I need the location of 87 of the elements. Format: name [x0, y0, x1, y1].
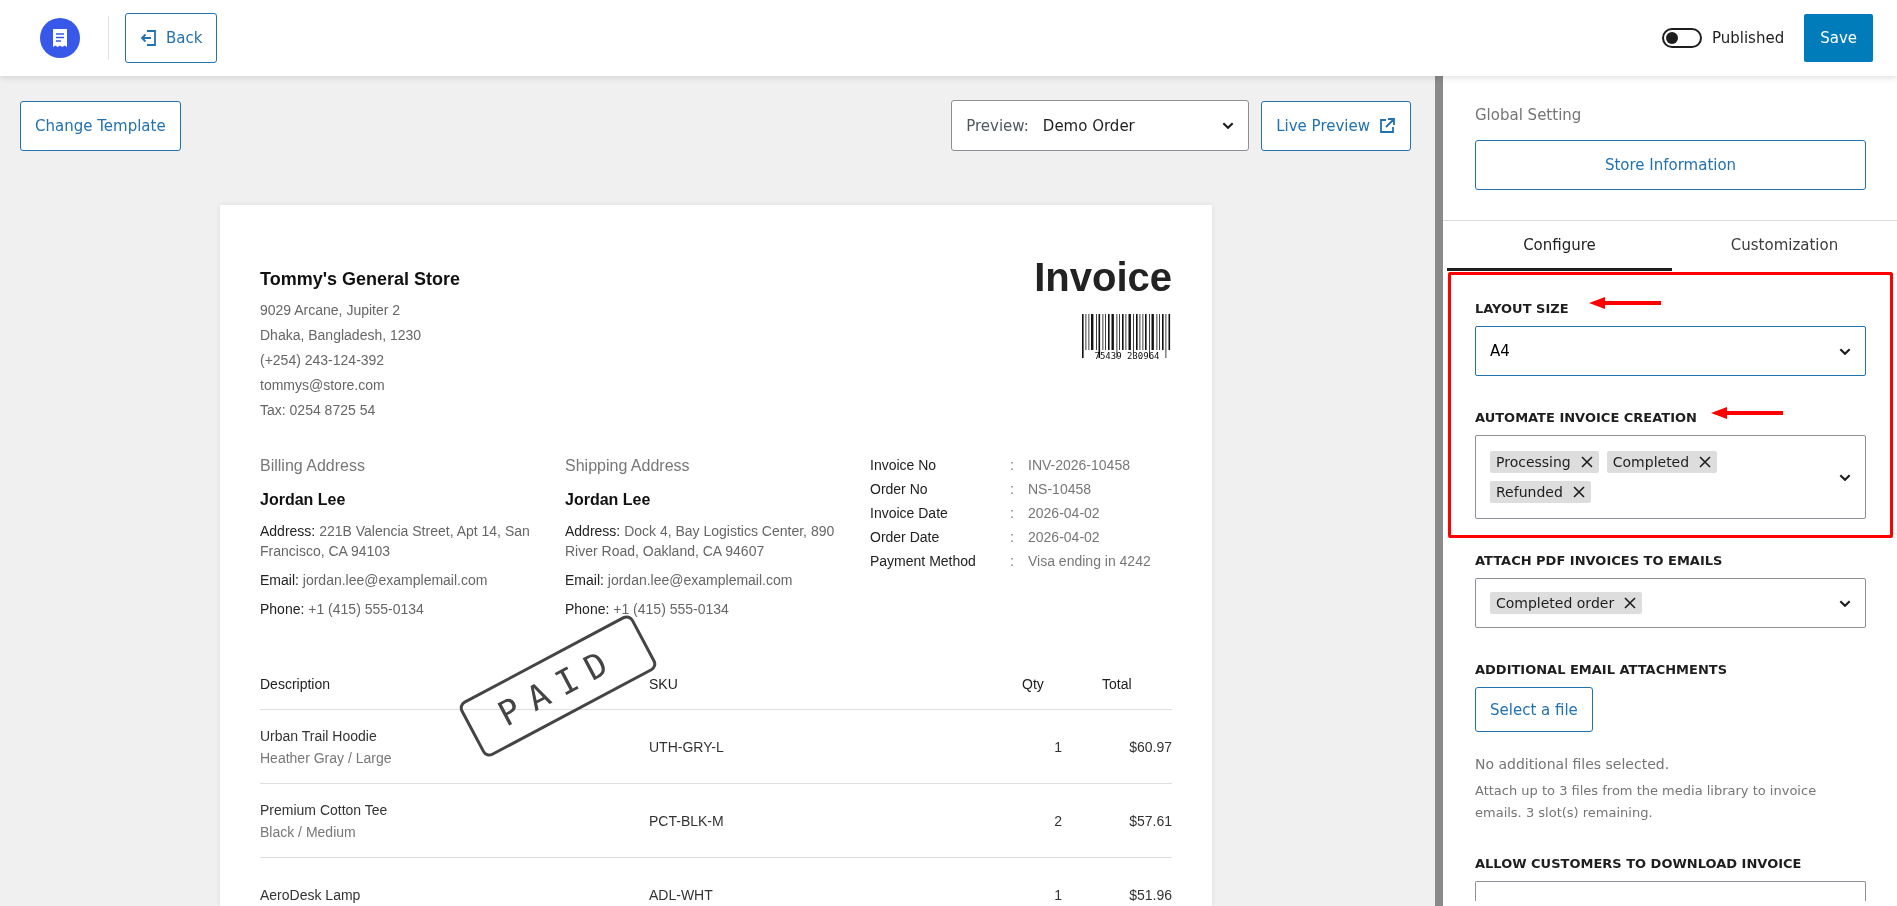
meta-label: Order No: [870, 481, 929, 497]
meta-separator: :: [1010, 529, 1015, 545]
qty-cell-text: 1: [1053, 737, 1063, 757]
store-information-button[interactable]: Store Information: [1475, 140, 1866, 190]
scrollbar[interactable]: [1435, 76, 1443, 906]
settings-tab[interactable]: Customization: [1672, 221, 1897, 271]
field-label: LAYOUT SIZE: [1475, 301, 1569, 316]
download-select[interactable]: [1475, 880, 1866, 901]
meta-value: 2026-04-02: [1028, 529, 1101, 545]
chevron-down-icon: [1839, 347, 1851, 355]
live-preview-button[interactable]: Live Preview: [1261, 100, 1411, 151]
sku-cell-text: ADL-WHT: [649, 885, 714, 905]
field-label: ADDITIONAL EMAIL ATTACHMENTS: [1475, 662, 1727, 677]
field-label: ALLOW CUSTOMERS TO DOWNLOAD INVOICE: [1475, 855, 1802, 871]
meta-separator: :: [1010, 481, 1015, 497]
meta-value: NS-10458: [1028, 481, 1093, 497]
total-cell-text: $51.96: [1128, 885, 1172, 905]
invoice-title: Invoice: [1034, 255, 1172, 300]
product-variant: Heather Gray / Large: [260, 748, 393, 768]
meta-label: Invoice Date: [870, 505, 949, 521]
meta-label: Payment Method: [870, 553, 977, 569]
column-header: Total: [1101, 675, 1133, 692]
product-name: AeroDesk Lamp: [260, 885, 362, 905]
status-tag: Completed order: [1490, 592, 1643, 614]
meta-label: Order Date: [870, 529, 941, 545]
layout-size-select[interactable]: A4: [1475, 326, 1866, 376]
status-tag: Completed: [1606, 451, 1718, 473]
status-multiselect[interactable]: Processing Completed Refunded: [1475, 435, 1866, 519]
total-cell-text: $60.97: [1128, 737, 1172, 757]
back-button[interactable]: Back: [125, 13, 218, 63]
publish-toggle[interactable]: [1661, 28, 1702, 48]
email-multiselect[interactable]: Completed order: [1475, 578, 1866, 628]
section-title: Global Setting: [1475, 106, 1583, 124]
product-name: Urban Trail Hoodie: [260, 726, 378, 746]
sku-cell-text: PCT-BLK-M: [649, 811, 725, 831]
chevron-down-icon: [1222, 122, 1235, 129]
address-field: Address: 221B Valencia Street, Apt 14, San Francisco, CA 94103: [260, 521, 565, 561]
column-header: Qty: [1021, 675, 1045, 692]
preview-select[interactable]: Preview: Demo Order: [951, 100, 1250, 151]
save-button[interactable]: Save: [1804, 14, 1873, 62]
store-detail: Dhaka, Bangladesh, 1230: [260, 326, 423, 345]
toggle-label: Published: [1711, 29, 1785, 47]
field-label: ATTACH PDF INVOICES TO EMAILS: [1475, 553, 1723, 568]
address-heading: Shipping Address: [565, 457, 691, 475]
customer-name: Jordan Lee: [260, 491, 347, 509]
store-detail: tommys@store.com: [260, 376, 386, 395]
select-file-button[interactable]: Select a file: [1475, 687, 1593, 732]
qty-cell-text: 1: [1053, 885, 1063, 905]
meta-value: Visa ending in 4242: [1028, 553, 1152, 569]
address-field: Address: Dock 4, Bay Logistics Center, 890 River Road, Oakland, CA 94607: [565, 521, 870, 561]
attachment-status: No additional files selected.: [1475, 755, 1671, 774]
address-field: Email: jordan.lee@examplemail.com: [565, 570, 870, 590]
total-cell-text: $57.61: [1128, 811, 1172, 831]
external-link-icon: [1378, 116, 1396, 135]
store-detail: 9029 Arcane, Jupiter 2: [260, 301, 402, 320]
store-detail: Tax: 0254 8725 54: [260, 401, 377, 420]
meta-label: Invoice No: [870, 457, 938, 473]
store-detail: (+254) 243-124-392: [260, 351, 386, 370]
customer-name: Jordan Lee: [565, 491, 652, 509]
address-field: Email: jordan.lee@examplemail.com: [260, 570, 565, 590]
exit-arrow-icon: [140, 29, 158, 47]
close-icon[interactable]: [1699, 456, 1712, 468]
barcode: 75439 230964: [1082, 314, 1172, 360]
product-name: Premium Cotton Tee: [260, 800, 389, 820]
address-heading: Billing Address: [260, 457, 366, 475]
left-arrow-icon: [1711, 407, 1783, 419]
help-text: Attach up to 3 files from the media library to invoice emails. 3 slot(s) remaining.: [1475, 781, 1818, 822]
close-icon[interactable]: [1580, 456, 1593, 468]
change-template-button[interactable]: Change Template: [20, 100, 181, 151]
settings-tab[interactable]: Configure: [1447, 221, 1672, 271]
field-label: AUTOMATE INVOICE CREATION: [1475, 410, 1697, 425]
meta-value: 2026-04-02: [1028, 505, 1101, 521]
store-name: Tommy's General Store: [260, 269, 460, 290]
meta-separator: :: [1010, 457, 1015, 473]
close-icon[interactable]: [1572, 486, 1585, 498]
meta-separator: :: [1010, 553, 1015, 569]
chevron-down-icon: [1839, 473, 1851, 481]
close-icon[interactable]: [1624, 597, 1637, 609]
chevron-down-icon: [1839, 599, 1851, 607]
meta-separator: :: [1010, 505, 1015, 521]
qty-cell-text: 2: [1053, 811, 1063, 831]
status-tag: Refunded: [1490, 481, 1591, 503]
meta-value: INV-2026-10458: [1028, 457, 1131, 473]
left-arrow-icon: [1589, 297, 1661, 309]
product-variant: Black / Medium: [260, 822, 357, 842]
status-tag: Processing: [1490, 451, 1599, 473]
receipt-logo-icon: [40, 18, 80, 58]
